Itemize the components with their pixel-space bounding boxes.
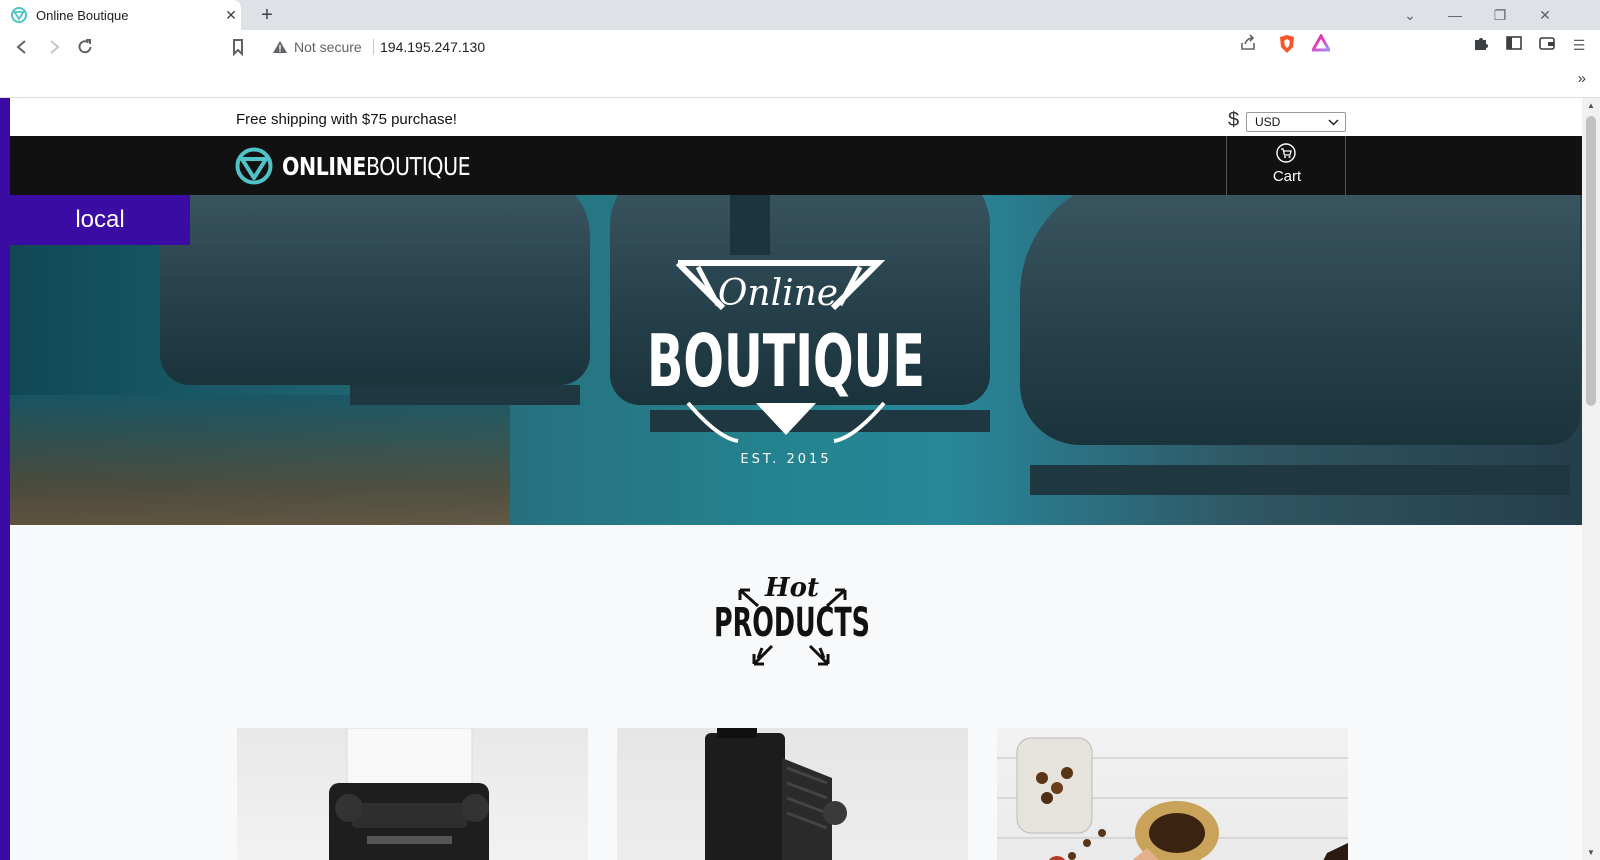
hero-logo-est: EST. 2015 [740,452,831,467]
environment-stripe [0,98,10,860]
menu-icon[interactable]: ☰ [1568,34,1590,56]
bookmarks-overflow-icon[interactable]: » [1578,70,1586,87]
brave-rewards-icon[interactable] [1310,32,1332,56]
web-page: Free shipping with $75 purchase! $ USD O… [0,98,1600,860]
bookmark-icon[interactable] [227,36,249,58]
bookmarks-bar: » [0,64,1600,98]
environment-badge: local [10,195,190,245]
browser-tab-strip: Online Boutique ✕ + ⌄ — ❐ ✕ [0,0,1600,30]
logo-text-thin: BOUTIQUE [365,151,471,181]
promo-bar: Free shipping with $75 purchase! $ USD [10,98,1582,136]
logo-wordmark: ONLINEBOUTIQUE [282,151,471,181]
tab-title: Online Boutique [36,8,129,23]
currency-symbol: $ [1228,109,1240,131]
hero-banner: Online BOUTIQUE EST. 2015 [10,195,1582,525]
brave-shields-icon[interactable] [1276,34,1298,56]
product-card-camera[interactable] [617,728,968,860]
tab-close-icon[interactable]: ✕ [222,6,240,24]
window-close-icon[interactable]: ✕ [1534,4,1556,26]
currency-select[interactable]: USD [1246,112,1346,132]
wallet-icon[interactable] [1536,34,1558,56]
cart-button[interactable]: Cart [1226,136,1346,195]
site-logo[interactable]: ONLINEBOUTIQUE [235,147,512,185]
page-scrollbar[interactable]: ▲ ▼ [1582,98,1600,860]
share-icon[interactable] [1237,34,1259,56]
hot-products-heading: Hot PRODUCTS [714,573,870,666]
scroll-up-icon[interactable]: ▲ [1587,101,1595,110]
typewriter-image [329,728,489,860]
coffee-image [997,737,1348,860]
restore-icon[interactable]: ❐ [1489,4,1511,26]
cart-label: Cart [1272,168,1302,185]
favicon-icon [11,7,27,23]
hot-products-main: PRODUCTS [714,600,870,646]
currency-selected-value: USD [1255,115,1281,129]
url-text[interactable]: 194.195.247.130 [380,39,485,55]
hero-logo-main: BOUTIQUE [647,319,925,403]
new-tab-button[interactable]: + [256,4,278,26]
tab-search-icon[interactable]: ⌄ [1399,4,1421,26]
extensions-icon[interactable] [1470,34,1492,56]
camera-image [705,728,847,860]
security-label[interactable]: Not secure [294,39,362,55]
forward-icon[interactable] [43,36,65,58]
boutique-logo-icon [235,147,273,185]
back-icon[interactable] [11,36,33,58]
shipping-banner: Free shipping with $75 purchase! [236,111,457,128]
chevron-down-icon [1328,113,1339,137]
hero-logo: Online BOUTIQUE EST. 2015 [647,260,925,467]
sidebar-icon[interactable] [1503,34,1525,56]
address-separator [373,39,374,55]
scrollbar-thumb[interactable] [1586,116,1596,406]
browser-tab[interactable]: Online Boutique ✕ [0,0,241,30]
product-card-coffee[interactable] [997,728,1348,860]
hero-logo-script: Online [718,273,838,314]
address-bar[interactable]: Not secure 194.195.247.130 [260,33,1340,61]
not-secure-warning-icon[interactable] [272,39,288,55]
minimize-icon[interactable]: — [1444,4,1466,26]
hot-products-script: Hot [764,573,819,603]
logo-text-bold: ONLINE [282,151,366,181]
product-card-typewriter[interactable] [237,728,588,860]
reload-icon[interactable] [74,36,96,58]
cart-icon [1276,143,1296,163]
browser-toolbar: Not secure 194.195.247.130 ☰ [0,30,1600,64]
scroll-down-icon[interactable]: ▼ [1587,848,1595,857]
site-header: ONLINEBOUTIQUE Cart [10,136,1582,195]
